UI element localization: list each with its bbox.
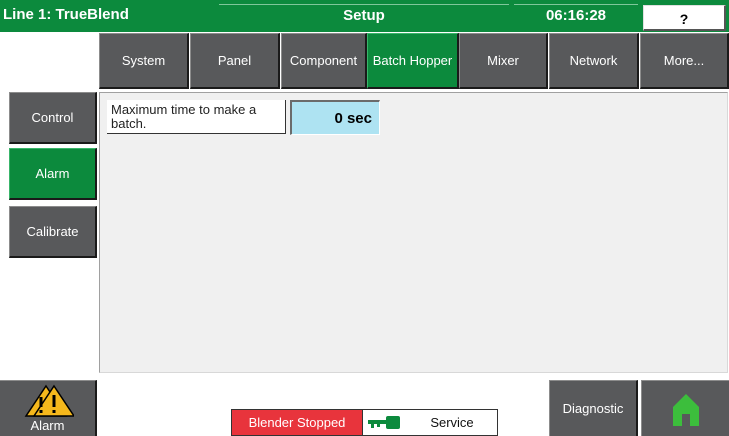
tab-batch-hopper[interactable]: Batch Hopper [367,33,459,89]
sidebar-item-control[interactable]: Control [9,92,97,144]
key-icon [368,416,400,429]
sidebar-item-calibrate[interactable]: Calibrate [9,206,97,258]
tab-component[interactable]: Component [281,33,367,89]
max-batch-time-label: Maximum time to make a batch. [107,100,286,134]
tab-network[interactable]: Network [549,33,639,89]
tab-panel[interactable]: Panel [190,33,280,89]
service-label: Service [430,415,474,430]
tab-mixer[interactable]: Mixer [459,33,548,89]
clock: 06:16:28 [514,4,638,26]
status-bar: Blender Stopped Service [231,409,498,436]
max-batch-time-value[interactable]: 0 sec [290,100,380,135]
tab-more[interactable]: More... [640,33,729,89]
tab-system[interactable]: System [99,33,189,89]
blender-status-badge: Blender Stopped [232,410,363,435]
title-bar: Line 1: TrueBlend Setup 06:16:28 ? [0,0,729,32]
home-button[interactable] [641,380,729,436]
home-icon [673,394,699,426]
sidebar-item-alarm[interactable]: Alarm [9,148,97,200]
page-title: Setup [219,4,509,26]
warning-icon [24,384,74,417]
settings-panel: Maximum time to make a batch. 0 sec [99,92,728,373]
diagnostic-button[interactable]: Diagnostic [549,380,638,436]
alarm-button-label: Alarm [30,418,65,433]
line-title: Line 1: TrueBlend [3,6,129,23]
alarm-button[interactable]: Alarm [0,380,97,436]
help-button[interactable]: ? [643,5,726,31]
